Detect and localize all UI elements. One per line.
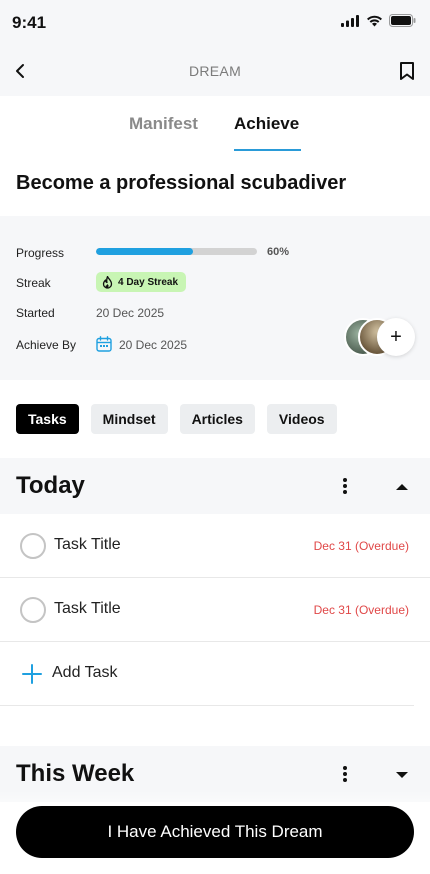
dream-details-panel: Progress 60% Streak 4 Day Streak Started…	[0, 216, 430, 380]
task-row[interactable]: Task Title Dec 31 (Overdue)	[0, 578, 430, 642]
section-header-today: Today	[0, 458, 430, 514]
battery-icon	[389, 14, 416, 27]
chip-articles[interactable]: Articles	[179, 404, 255, 434]
chip-tasks[interactable]: Tasks	[16, 404, 79, 434]
bookmark-icon[interactable]	[398, 61, 416, 81]
plus-icon: +	[390, 325, 402, 348]
streak-label: Streak	[16, 276, 51, 290]
chip-videos[interactable]: Videos	[266, 404, 337, 434]
started-date: 20 Dec 2025	[96, 306, 165, 320]
streak-text: 4 Day Streak	[118, 276, 179, 288]
navigation-bar: DREAM	[0, 46, 430, 96]
progress-fill	[96, 248, 193, 255]
progress-percent: 60%	[267, 246, 290, 258]
progress-bar	[96, 248, 257, 255]
task-title: Task Title	[54, 600, 121, 617]
signal-icon	[341, 14, 359, 27]
segment-tabs: Manifest Achieve	[0, 96, 430, 152]
filter-chips: Tasks Mindset Articles Videos	[16, 404, 337, 434]
task-checkbox[interactable]	[20, 597, 46, 623]
task-title: Task Title	[54, 536, 121, 553]
section-title-today: Today	[16, 472, 85, 499]
add-task-label: Add Task	[52, 664, 118, 681]
dream-title: Become a professional scubadiver	[16, 172, 347, 194]
add-collaborator-button[interactable]: +	[377, 318, 415, 356]
tab-manifest[interactable]: Manifest	[129, 114, 198, 134]
progress-label: Progress	[16, 246, 65, 260]
achieve-by-date[interactable]: 20 Dec 2025	[119, 338, 187, 352]
page-title: DREAM	[188, 63, 242, 79]
status-time: 9:41	[12, 13, 47, 32]
streak-badge: 4 Day Streak	[96, 272, 187, 292]
section-title-this-week: This Week	[16, 760, 135, 787]
add-task-button[interactable]: Add Task	[0, 642, 414, 706]
task-checkbox[interactable]	[20, 533, 46, 559]
achieve-by-label: Achieve By	[16, 338, 77, 352]
more-vertical-icon[interactable]	[341, 477, 349, 495]
chevron-down-icon[interactable]	[395, 770, 409, 780]
active-tab-indicator	[234, 149, 301, 151]
more-vertical-icon[interactable]	[341, 765, 349, 783]
task-row[interactable]: Task Title Dec 31 (Overdue)	[0, 514, 430, 578]
calendar-icon[interactable]	[96, 336, 112, 352]
collaborator-avatars[interactable]: +	[344, 318, 415, 358]
status-bar: 9:41	[0, 0, 430, 46]
chevron-up-icon[interactable]	[395, 482, 409, 492]
task-due-date: Dec 31 (Overdue)	[313, 603, 409, 617]
wifi-icon	[367, 15, 382, 26]
task-due-date: Dec 31 (Overdue)	[313, 539, 409, 553]
status-icons	[341, 14, 416, 27]
achieved-dream-button[interactable]: I Have Achieved This Dream	[16, 806, 414, 858]
plus-icon	[22, 664, 42, 684]
chip-mindset[interactable]: Mindset	[90, 404, 168, 434]
flame-icon	[102, 275, 113, 289]
tab-achieve[interactable]: Achieve	[234, 114, 299, 134]
started-label: Started	[16, 306, 55, 320]
